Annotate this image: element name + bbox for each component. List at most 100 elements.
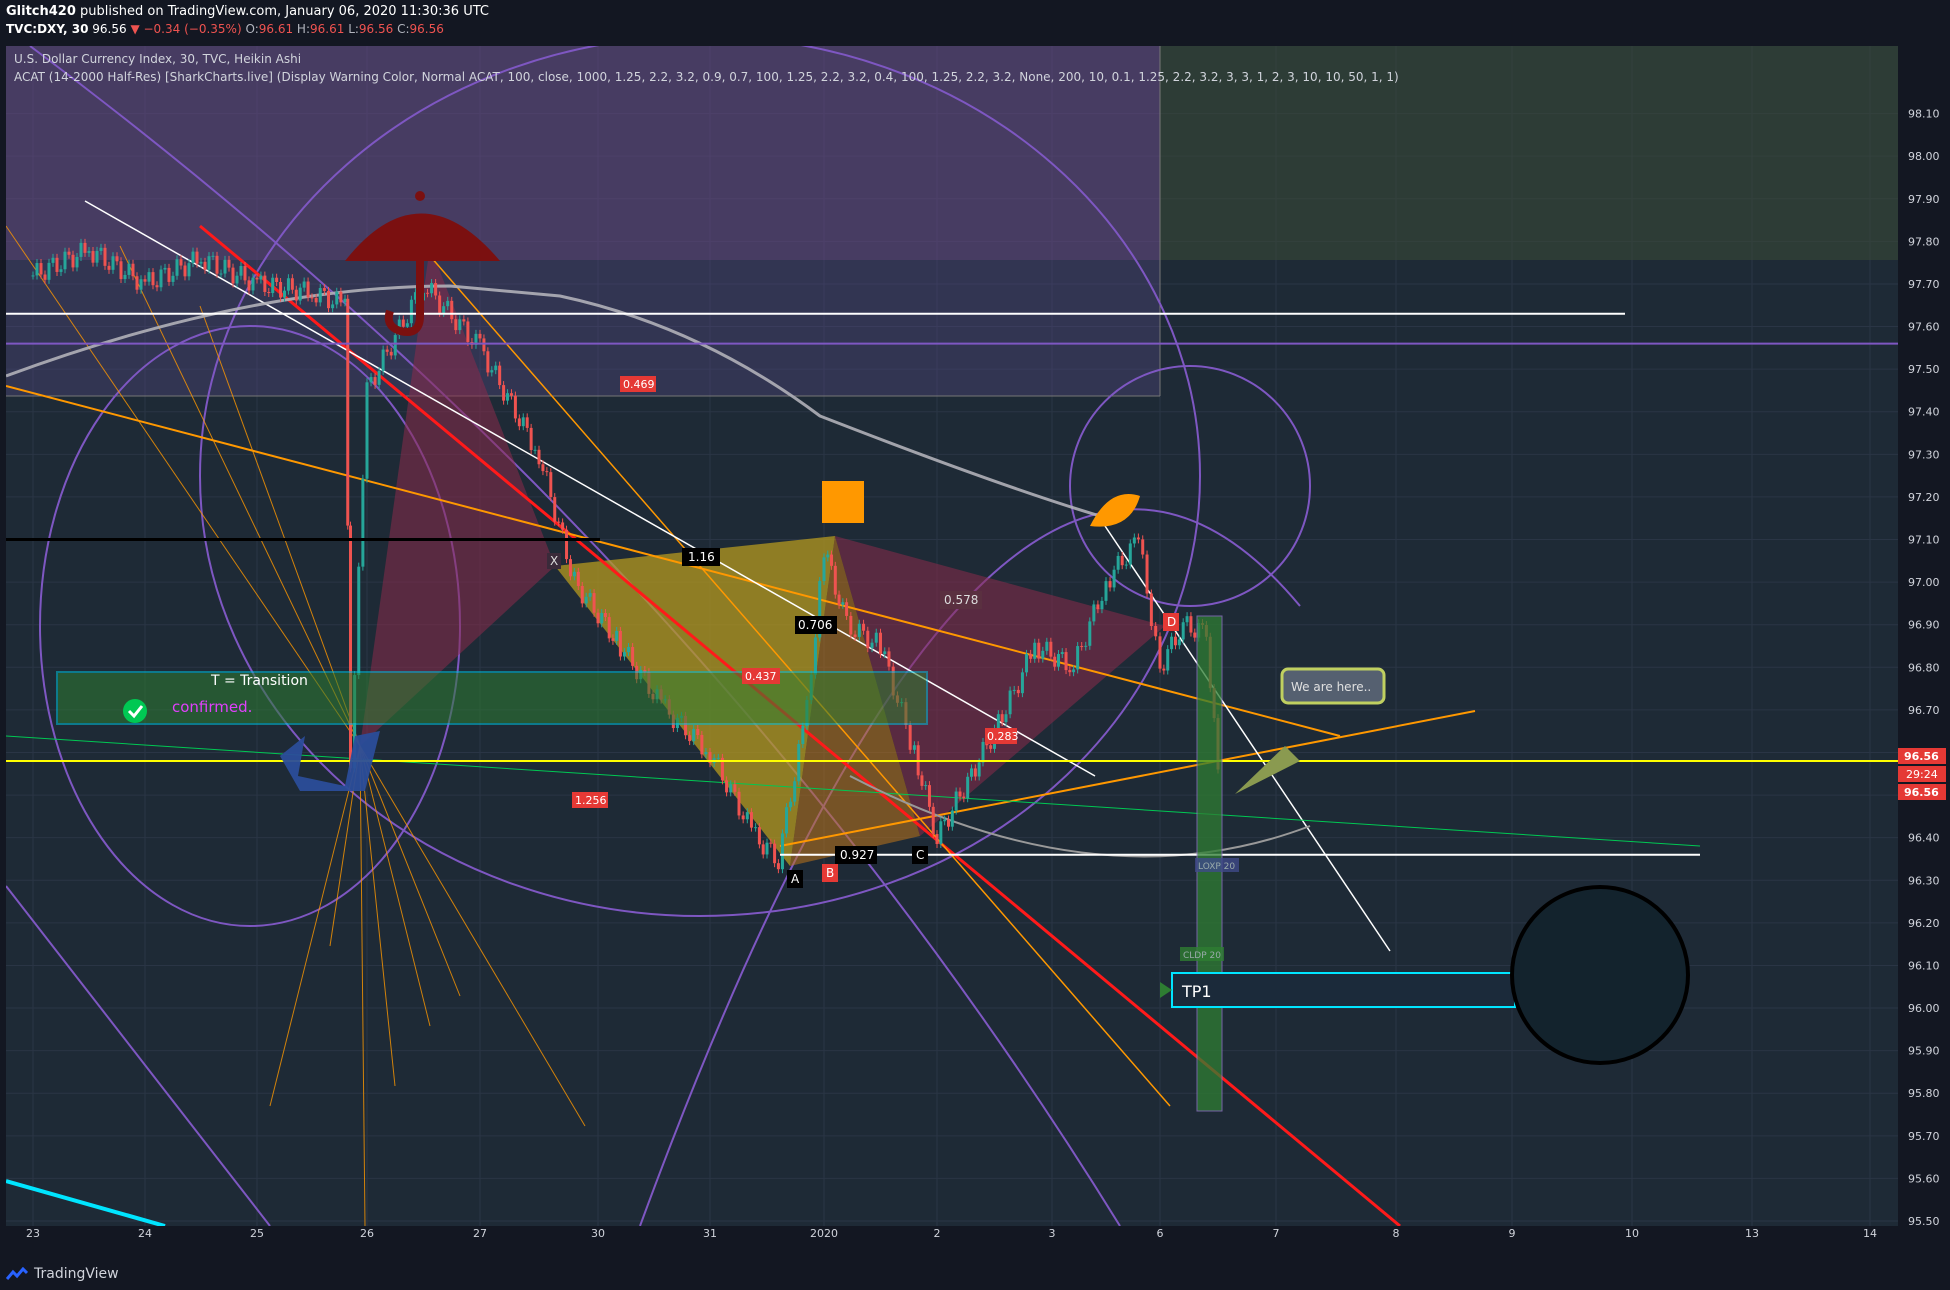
y-tick-label: 96.40 <box>1908 832 1940 845</box>
candle-body <box>545 471 549 473</box>
candle-body <box>446 300 450 307</box>
candle-body <box>1080 646 1084 648</box>
candle-body <box>502 385 506 401</box>
candle-body <box>318 288 322 303</box>
open-key: O: <box>245 22 259 36</box>
candle-body <box>294 289 298 301</box>
candle-body <box>521 417 525 427</box>
candle-body <box>365 382 369 479</box>
candle-body <box>537 449 541 465</box>
candle-body <box>970 768 973 777</box>
candle-body <box>565 529 569 560</box>
candle-body <box>119 261 123 280</box>
candle-body <box>1100 600 1104 610</box>
candle-body <box>215 255 219 274</box>
candle-body <box>737 791 741 816</box>
candle-body <box>596 612 600 624</box>
y-tick-label: 97.10 <box>1908 534 1940 547</box>
candle-body <box>1004 714 1008 723</box>
candle-body <box>525 417 529 428</box>
candle-body <box>603 613 607 618</box>
candle-body <box>506 393 510 401</box>
candle-body <box>51 257 55 263</box>
candle-body <box>769 842 773 844</box>
candle-body <box>494 365 498 371</box>
y-tick-label: 96.80 <box>1908 661 1940 674</box>
y-tick-label: 96.00 <box>1908 1002 1940 1015</box>
candle-body <box>622 652 626 657</box>
x-tick-label: 27 <box>473 1227 487 1240</box>
candle-body <box>290 278 294 290</box>
candle-body <box>486 351 490 373</box>
ratio-1.256: 1.256 <box>575 794 607 807</box>
x-tick-label: 23 <box>26 1227 40 1240</box>
price-chart[interactable]: TP1 T = Transition confirmed. 1.16 0.706… <box>0 46 1950 1240</box>
candle-body <box>785 807 789 834</box>
candle-body <box>271 277 275 294</box>
candle-body <box>1056 654 1060 667</box>
candle-body <box>1193 632 1197 638</box>
transition-label: T = Transition <box>210 673 308 689</box>
candle-body <box>139 279 143 290</box>
candle-body <box>572 571 576 577</box>
candle-body <box>167 267 171 282</box>
symbol-name: TVC:DXY, 30 <box>6 22 89 36</box>
candle-body <box>434 283 438 296</box>
candle-body <box>231 267 235 284</box>
author-name[interactable]: Glitch420 <box>6 4 76 19</box>
candle-body <box>466 321 470 343</box>
candle-body <box>31 275 35 277</box>
candle-body <box>874 632 878 643</box>
candle-body <box>498 365 502 386</box>
candle-body <box>310 297 314 299</box>
candle-body <box>75 256 79 268</box>
candle-body <box>822 557 826 582</box>
y-tick-label: 97.00 <box>1908 576 1940 589</box>
y-tick-label: 97.40 <box>1908 406 1940 419</box>
candle-body <box>314 297 318 303</box>
candle-body <box>757 827 761 845</box>
candle-body <box>862 623 866 631</box>
legend-indicator[interactable]: ACAT (14-2000 Half-Res) [SharkCharts.liv… <box>14 70 1399 84</box>
candle-body <box>159 269 163 288</box>
candle-body <box>91 251 95 263</box>
y-tick-label: 97.20 <box>1908 491 1940 504</box>
candle-body <box>306 281 310 298</box>
low-value: 96.56 <box>358 22 394 36</box>
candle-body <box>219 273 223 275</box>
candle-body <box>879 632 882 655</box>
symbol-info: TVC:DXY, 30 96.56 ▼ −0.34 (−0.35%) O:96.… <box>6 22 444 36</box>
y-axis-panel[interactable] <box>1898 46 1950 1240</box>
candle-body <box>389 351 393 356</box>
candle-body <box>588 593 592 597</box>
candle-body <box>179 259 183 266</box>
candle-body <box>298 287 302 301</box>
candle-body <box>155 285 159 288</box>
x-tick-label: 30 <box>591 1227 605 1240</box>
candle-body <box>223 259 227 274</box>
candle-body <box>1088 621 1092 646</box>
candle-body <box>962 796 966 799</box>
y-tick-label: 96.70 <box>1908 704 1940 717</box>
candle-body <box>327 290 330 309</box>
candle-body <box>1132 537 1136 544</box>
x-axis-panel[interactable] <box>6 1226 1898 1240</box>
candle-body <box>931 806 935 835</box>
candle-body <box>83 242 87 253</box>
candle-body <box>211 255 215 257</box>
candle-body <box>561 522 565 530</box>
ratio-1.16: 1.16 <box>688 550 715 564</box>
x-tick-label: 8 <box>1393 1227 1400 1240</box>
candle-body <box>883 651 887 655</box>
candle-body <box>631 647 635 666</box>
candle-body <box>600 613 604 624</box>
candle-body <box>103 247 107 266</box>
legend-series[interactable]: U.S. Dollar Currency Index, 30, TVC, Hei… <box>14 52 301 66</box>
tradingview-logo[interactable]: TradingView <box>6 1266 119 1282</box>
low-key: L: <box>348 22 359 36</box>
candle-body <box>797 743 801 782</box>
candle-body <box>1037 642 1041 659</box>
candle-body <box>845 602 849 616</box>
y-tick-label: 96.10 <box>1908 959 1940 972</box>
orange-square-marker <box>822 481 864 523</box>
